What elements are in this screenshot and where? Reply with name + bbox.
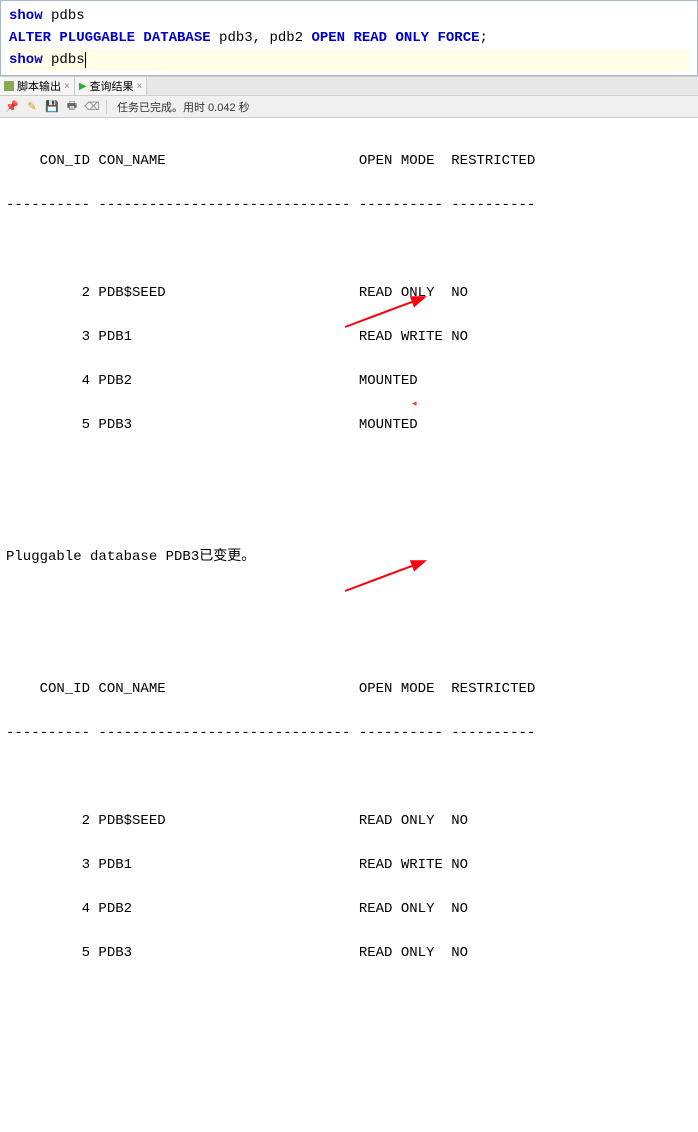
save-icon[interactable]: 💾: [44, 99, 60, 115]
keyword-open: OPEN READ ONLY FORCE: [311, 30, 479, 46]
sql-line-1: show pdbs: [9, 5, 689, 27]
sql-editor[interactable]: show pdbs ALTER PLUGGABLE DATABASE pdb3,…: [0, 0, 698, 76]
print-icon[interactable]: 🖶: [64, 99, 80, 115]
sql-line-2: ALTER PLUGGABLE DATABASE pdb3, pdb2 OPEN…: [9, 27, 689, 49]
arrow-annotation-2: [340, 512, 430, 640]
blank-line: [6, 502, 692, 524]
output-tab-bar: 脚本输出 × ▶ 查询结果 ×: [0, 76, 698, 96]
arrow-annotation-small: ◂: [412, 393, 417, 415]
keyword-show: show: [9, 52, 43, 68]
separator: [106, 100, 107, 114]
table-row: 3 PDB1 READ WRITE NO: [6, 326, 692, 348]
table-header: CON_ID CON_NAME OPEN MODE RESTRICTED: [6, 150, 692, 172]
table-row: 5 PDB3 MOUNTED: [6, 414, 692, 436]
blank-line: [6, 634, 692, 656]
status-message: Pluggable database PDB3已变更。: [6, 546, 692, 568]
table-row: 4 PDB2 MOUNTED: [6, 370, 692, 392]
status-text: 任务已完成。用时 0.042 秒: [117, 99, 250, 115]
table-row: 2 PDB$SEED READ ONLY NO: [6, 282, 692, 304]
erase-icon[interactable]: ⌫: [84, 99, 100, 115]
output-toolbar: 📌 ✎ 💾 🖶 ⌫ 任务已完成。用时 0.042 秒: [0, 96, 698, 118]
blank-line: [6, 458, 692, 480]
tab-label: 脚本输出: [17, 78, 61, 94]
output-panel: CON_ID CON_NAME OPEN MODE RESTRICTED ---…: [0, 118, 698, 1132]
table-row: 4 PDB2 READ ONLY NO: [6, 898, 692, 920]
keyword-show: show: [9, 8, 43, 24]
tab-query-result[interactable]: ▶ 查询结果 ×: [75, 77, 148, 95]
table-header: CON_ID CON_NAME OPEN MODE RESTRICTED: [6, 678, 692, 700]
blank-line: [6, 238, 692, 260]
script-output-icon: [4, 81, 14, 91]
table-row: 2 PDB$SEED READ ONLY NO: [6, 810, 692, 832]
play-icon: ▶: [79, 81, 87, 92]
table-row: 5 PDB3 READ ONLY NO: [6, 942, 692, 964]
tab-script-output[interactable]: 脚本输出 ×: [0, 77, 75, 95]
blank-line: [6, 590, 692, 612]
close-icon[interactable]: ×: [64, 81, 70, 92]
keyword-alter: ALTER PLUGGABLE DATABASE: [9, 30, 211, 46]
table-divider: ---------- -----------------------------…: [6, 722, 692, 744]
blank-line: [6, 766, 692, 788]
table-row: 3 PDB1 READ WRITE NO: [6, 854, 692, 876]
sql-line-3: show pdbs: [9, 49, 689, 71]
close-icon[interactable]: ×: [137, 81, 143, 92]
tab-label: 查询结果: [90, 78, 134, 94]
pin-icon[interactable]: 📌: [4, 99, 20, 115]
table-divider: ---------- -----------------------------…: [6, 194, 692, 216]
arrow-annotation-1: [340, 248, 430, 376]
pencil-icon[interactable]: ✎: [24, 99, 40, 115]
